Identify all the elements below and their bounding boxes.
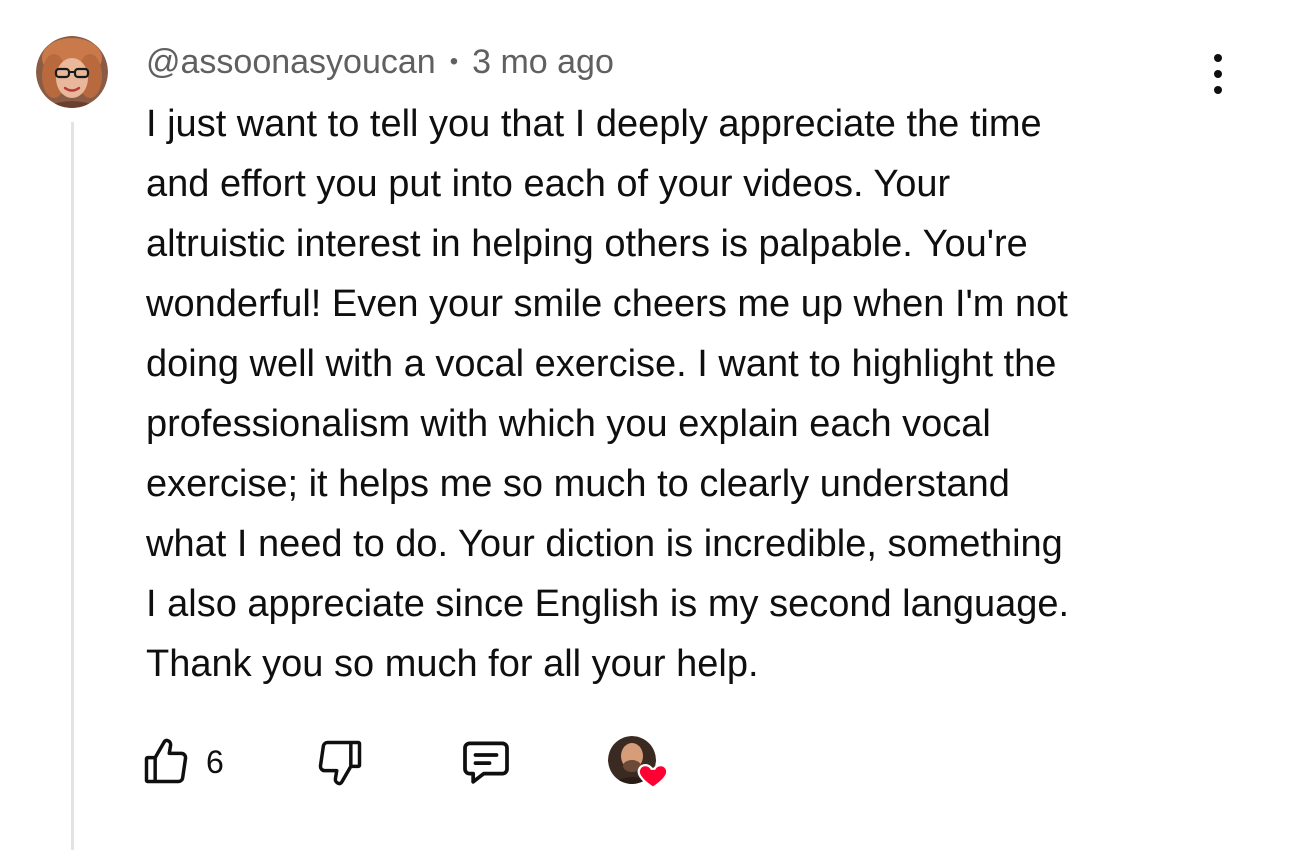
meta-separator: • <box>449 48 459 75</box>
thumbs-up-icon <box>144 738 188 784</box>
comment-line: altruistic interest in helping others is… <box>146 223 1028 265</box>
comment-card: @assoonasyoucan • 3 mo ago I just want t… <box>0 0 1290 850</box>
like-count: 6 <box>206 743 224 780</box>
author-handle[interactable]: @assoonasyoucan <box>146 43 436 82</box>
thread-line <box>71 122 74 850</box>
comment-line: I just want to tell you that I deeply ap… <box>146 103 1042 145</box>
comment-line: what I need to do. Your diction is incre… <box>146 523 1063 565</box>
vertical-ellipsis-icon[interactable] <box>1198 50 1238 98</box>
ellipsis-dot <box>1214 54 1222 62</box>
comment-line: professionalism with which you explain e… <box>146 403 991 445</box>
like-button[interactable]: 6 <box>140 732 224 792</box>
thumbs-down-icon <box>318 740 362 786</box>
comment-bubble-icon <box>463 741 509 784</box>
comment-line: Thank you so much for all your help. <box>146 643 759 685</box>
comment-line: exercise; it helps me so much to clearly… <box>146 463 1010 505</box>
heart-icon <box>637 763 669 790</box>
comment-line: wonderful! Even your smile cheers me up … <box>146 283 1068 325</box>
avatar-image <box>36 36 108 108</box>
author-avatar[interactable] <box>36 36 108 108</box>
dislike-button[interactable] <box>314 732 366 792</box>
ellipsis-dot <box>1214 86 1222 94</box>
comment-actions: 6 <box>140 732 700 792</box>
reply-button[interactable] <box>458 732 514 792</box>
creator-heart-badge <box>608 732 672 792</box>
comment-line: and effort you put into each of your vid… <box>146 163 951 205</box>
comment-line: I also appreciate since English is my se… <box>146 583 1070 625</box>
ellipsis-dot <box>1214 70 1222 78</box>
comment-body: I just want to tell you that I deeply ap… <box>146 94 1236 694</box>
comment-header: @assoonasyoucan • 3 mo ago <box>146 40 614 84</box>
comment-line: doing well with a vocal exercise. I want… <box>146 343 1057 385</box>
comment-timestamp[interactable]: 3 mo ago <box>472 43 614 82</box>
